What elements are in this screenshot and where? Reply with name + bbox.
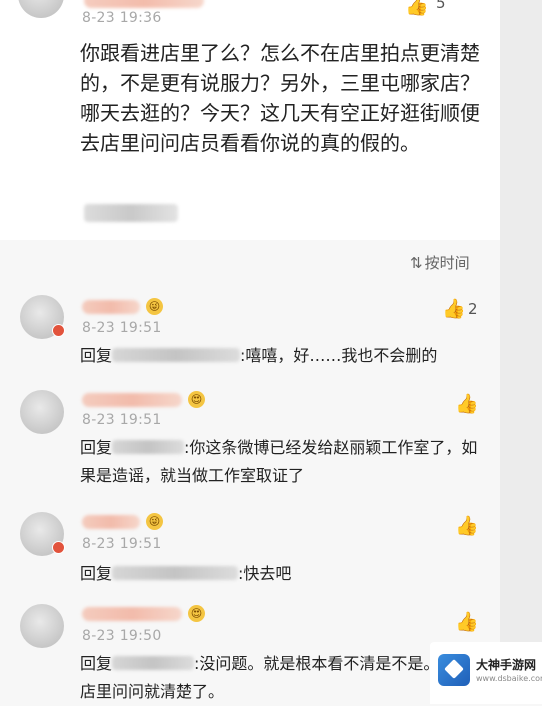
username-blurred[interactable]	[82, 515, 140, 529]
reply-prefix: 回复	[80, 438, 113, 457]
emoji-icon: 😍	[188, 605, 205, 622]
emoji-icon: 😜	[146, 513, 163, 530]
like-icon[interactable]: 👍	[455, 514, 479, 537]
reply-text: 回复 :快去吧	[80, 560, 490, 588]
avatar[interactable]	[20, 295, 65, 339]
mention-blurred[interactable]	[112, 348, 241, 362]
sort-by-time-button[interactable]: ⇅ 按时间	[410, 252, 470, 273]
verified-badge-icon	[52, 324, 65, 337]
original-comment: 8-23 19:36 👍 5 你跟看进店里了么？怎么不在店里拍点更清楚的，不是更…	[0, 0, 500, 240]
mention-blurred[interactable]	[112, 566, 239, 580]
emoji-icon: 😍	[188, 391, 205, 408]
sort-icon: ⇅	[410, 254, 423, 272]
watermark-subtitle: www.dsbaike.com	[476, 674, 542, 683]
avatar[interactable]	[20, 390, 64, 434]
reply-text: 回复:没问题。就是根本看不清是不是。反正去店里问问就清楚了。	[80, 650, 490, 706]
avatar[interactable]	[20, 604, 64, 648]
reply-text: 回复 :嘻嘻，好……我也不会删的	[80, 342, 490, 370]
like-count: 2	[468, 300, 478, 318]
like-icon[interactable]: 👍	[442, 297, 466, 320]
comment-text: 你跟看进店里了么？怎么不在店里拍点更清楚的，不是更有说服力？另外，三里屯哪家店？…	[80, 41, 480, 155]
mention-blurred[interactable]	[112, 656, 195, 670]
reply-time: 8-23 19:51	[82, 412, 162, 428]
reply-prefix: 回复	[80, 564, 113, 583]
right-edge-panel	[500, 0, 542, 704]
username-blurred[interactable]	[82, 300, 140, 314]
verified-badge-icon	[52, 541, 65, 554]
reply-time: 8-23 19:51	[82, 536, 162, 552]
reply-body: :嘻嘻，好……我也不会删的	[240, 346, 438, 365]
reply-time: 8-23 19:50	[82, 628, 162, 644]
like-count: 5	[436, 0, 446, 12]
avatar[interactable]	[18, 0, 64, 18]
username-blurred[interactable]	[84, 0, 204, 8]
reply-time: 8-23 19:51	[82, 320, 162, 336]
watermark: 大神手游网 www.dsbaike.com	[430, 642, 542, 704]
watermark-logo-icon	[438, 654, 470, 686]
like-icon[interactable]: 👍	[405, 0, 429, 17]
username-blurred[interactable]	[82, 393, 182, 407]
mention-blurred[interactable]	[112, 440, 185, 454]
username-blurred[interactable]	[82, 607, 182, 621]
reply-body: :快去吧	[238, 564, 292, 583]
sort-label: 按时间	[424, 254, 470, 272]
reply-prefix: 回复	[80, 346, 113, 365]
reply-prefix: 回复	[80, 654, 113, 673]
watermark-title: 大神手游网	[476, 658, 537, 672]
like-icon[interactable]: 👍	[455, 392, 479, 415]
emoji-icon: 😜	[146, 298, 163, 315]
avatar[interactable]	[20, 512, 65, 556]
like-icon[interactable]: 👍	[455, 610, 479, 633]
post-time: 8-23 19:36	[82, 10, 162, 26]
blurred-attachment	[84, 204, 178, 222]
reply-text: 回复:你这条微博已经发给赵丽颖工作室了，如果是造谣，就当做工作室取证了	[80, 434, 490, 490]
